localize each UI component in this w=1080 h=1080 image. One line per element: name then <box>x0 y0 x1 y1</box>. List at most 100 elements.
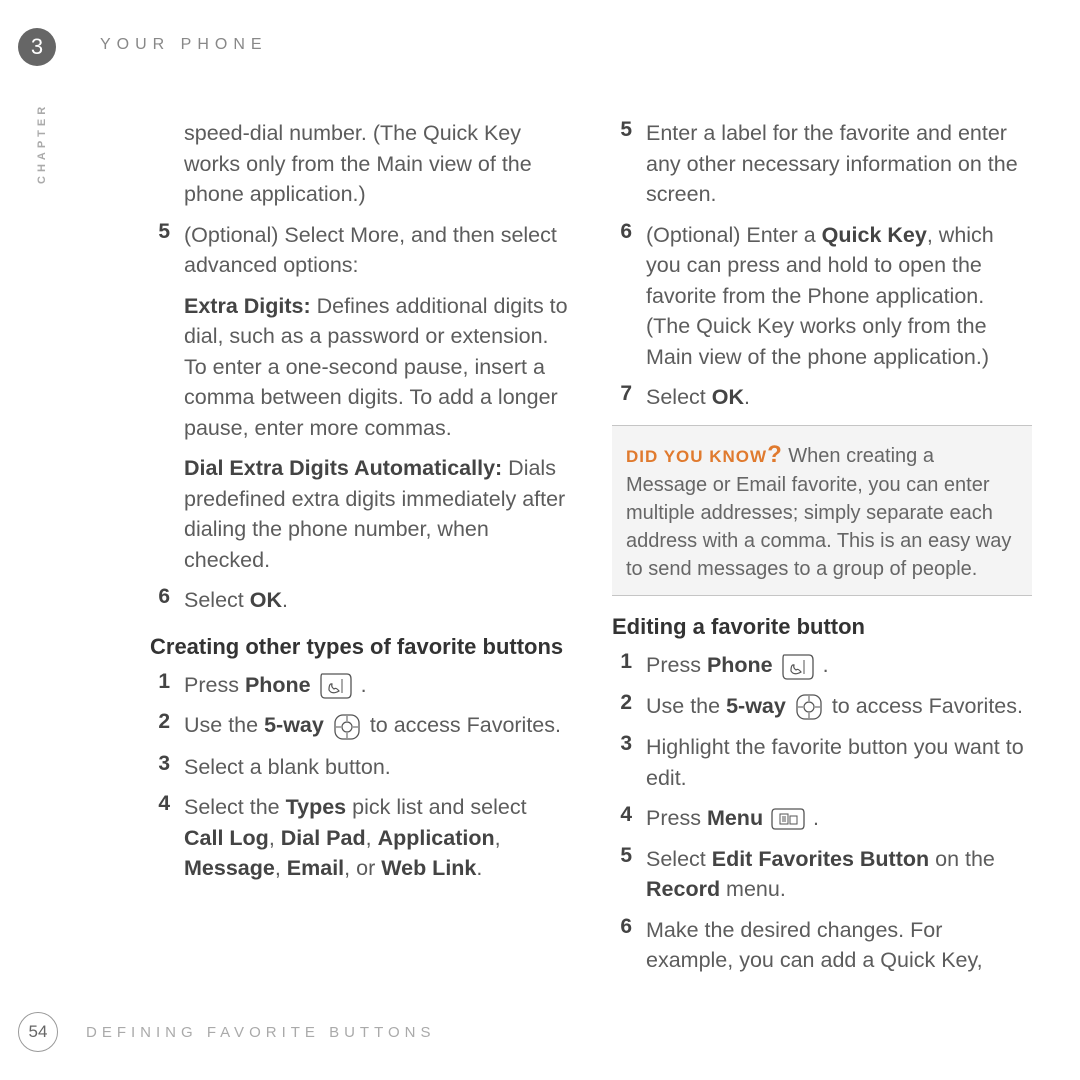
list-item: 1 Press Phone . <box>150 670 570 701</box>
phone-label: Phone <box>245 673 311 697</box>
step-number: 4 <box>150 792 170 884</box>
phone-key-icon <box>319 673 353 699</box>
step-number: 2 <box>612 691 632 722</box>
step-text: Press Menu . <box>646 803 1032 834</box>
calllog-label: Call Log <box>184 826 269 850</box>
did-you-know-label: DID YOU KNOW? <box>626 447 783 466</box>
list-item: 5 Select Edit Favorites Button on the Re… <box>612 844 1032 905</box>
t: , <box>366 826 378 850</box>
t: . <box>476 856 482 880</box>
section-title: YOUR PHONE <box>100 36 268 54</box>
step-number: 1 <box>612 650 632 681</box>
quickkey-label: Quick Key <box>822 223 927 247</box>
ok-label: OK <box>712 385 744 409</box>
ok-label: OK <box>250 588 282 612</box>
sub-paragraph: Dial Extra Digits Automatically: Dials p… <box>184 453 570 575</box>
five-way-icon <box>794 692 824 722</box>
text: . <box>355 673 367 697</box>
list-item: 7 Select OK. <box>612 382 1032 413</box>
step-number: 4 <box>612 803 632 834</box>
phone-label: Phone <box>707 653 773 677</box>
list-item: 6 (Optional) Enter a Quick Key, which yo… <box>612 220 1032 373</box>
menu-label: Menu <box>707 806 763 830</box>
t: Select <box>646 847 712 871</box>
step-text: Use the 5-way to access Favorites. <box>184 710 570 741</box>
list-item: 2 Use the 5-way to access Favorites. <box>612 691 1032 722</box>
step-number: 2 <box>150 710 170 741</box>
chapter-number-badge: 3 <box>18 28 56 66</box>
fiveway-label: 5-way <box>726 694 786 718</box>
footer: 54 DEFINING FAVORITE BUTTONS <box>18 1012 435 1052</box>
list-item: 3 Select a blank button. <box>150 752 570 783</box>
five-way-icon <box>332 712 362 742</box>
text: . <box>282 588 288 612</box>
list-item: 2 Use the 5-way to access Favorites. <box>150 710 570 741</box>
step-text: Use the 5-way to access Favorites. <box>646 691 1032 722</box>
list-item: 5 (Optional) Select More, and then selec… <box>150 220 570 281</box>
text: to access Favorites. <box>370 713 561 737</box>
tip-box: DID YOU KNOW? When creating a Message or… <box>612 425 1032 597</box>
step-text: Press Phone . <box>184 670 570 701</box>
t: Use the <box>646 694 726 718</box>
edit-fav-button-label: Edit Favorites Button <box>712 847 929 871</box>
sub-paragraph: Extra Digits: Defines additional digits … <box>184 291 570 444</box>
question-mark-icon: ? <box>767 441 783 468</box>
menu-key-icon <box>771 807 805 831</box>
step-number: 6 <box>612 220 632 373</box>
subheading: Creating other types of favorite buttons <box>150 634 570 660</box>
t: , <box>275 856 287 880</box>
text: Select <box>184 588 250 612</box>
step-number: 5 <box>612 118 632 210</box>
t: , <box>495 826 501 850</box>
extra-digits-label: Extra Digits: <box>184 294 311 318</box>
left-column: speed-dial number. (The Quick Key works … <box>150 118 570 990</box>
step-text: Enter a label for the favorite and enter… <box>646 118 1032 210</box>
step-text: Highlight the favorite button you want t… <box>646 732 1032 793</box>
t: Select <box>646 385 712 409</box>
step-number: 6 <box>150 585 170 616</box>
t: (Optional) Enter a <box>646 223 822 247</box>
step-number: 7 <box>612 382 632 413</box>
intro-paragraph: speed-dial number. (The Quick Key works … <box>150 118 570 210</box>
t: . <box>817 653 829 677</box>
step-number: 6 <box>612 915 632 976</box>
dialpad-label: Dial Pad <box>281 826 366 850</box>
step-number: 5 <box>612 844 632 905</box>
phone-key-icon <box>781 654 815 680</box>
step-number: 3 <box>612 732 632 793</box>
types-label: Types <box>286 795 347 819</box>
email-label: Email <box>287 856 344 880</box>
list-item: 6 Select OK. <box>150 585 570 616</box>
step-number: 1 <box>150 670 170 701</box>
t: DID YOU KNOW <box>626 447 767 466</box>
t: , or <box>344 856 381 880</box>
step-text: Select OK. <box>184 585 570 616</box>
message-label: Message <box>184 856 275 880</box>
footer-title: DEFINING FAVORITE BUTTONS <box>86 1024 435 1041</box>
list-item: 3 Highlight the favorite button you want… <box>612 732 1032 793</box>
weblink-label: Web Link <box>381 856 476 880</box>
t: . <box>744 385 750 409</box>
step-number: 3 <box>150 752 170 783</box>
text: Use the <box>184 713 264 737</box>
right-column: 5 Enter a label for the favorite and ent… <box>612 118 1032 990</box>
t: pick list and select <box>346 795 526 819</box>
list-item: 4 Select the Types pick list and select … <box>150 792 570 884</box>
t: menu. <box>720 877 786 901</box>
t: , <box>269 826 281 850</box>
list-item: 6 Make the desired changes. For example,… <box>612 915 1032 976</box>
step-text: Select the Types pick list and select Ca… <box>184 792 570 884</box>
step-text: Select Edit Favorites Button on the Reco… <box>646 844 1032 905</box>
text: Press <box>184 673 245 697</box>
application-label: Application <box>378 826 495 850</box>
t: Press <box>646 806 707 830</box>
step-text: Press Phone . <box>646 650 1032 681</box>
step-text: (Optional) Enter a Quick Key, which you … <box>646 220 1032 373</box>
record-label: Record <box>646 877 720 901</box>
dial-auto-label: Dial Extra Digits Automatically: <box>184 456 502 480</box>
step-number: 5 <box>150 220 170 281</box>
content-area: speed-dial number. (The Quick Key works … <box>150 118 1032 990</box>
step-text: Make the desired changes. For example, y… <box>646 915 1032 976</box>
subheading: Editing a favorite button <box>612 614 1032 640</box>
list-item: 5 Enter a label for the favorite and ent… <box>612 118 1032 210</box>
